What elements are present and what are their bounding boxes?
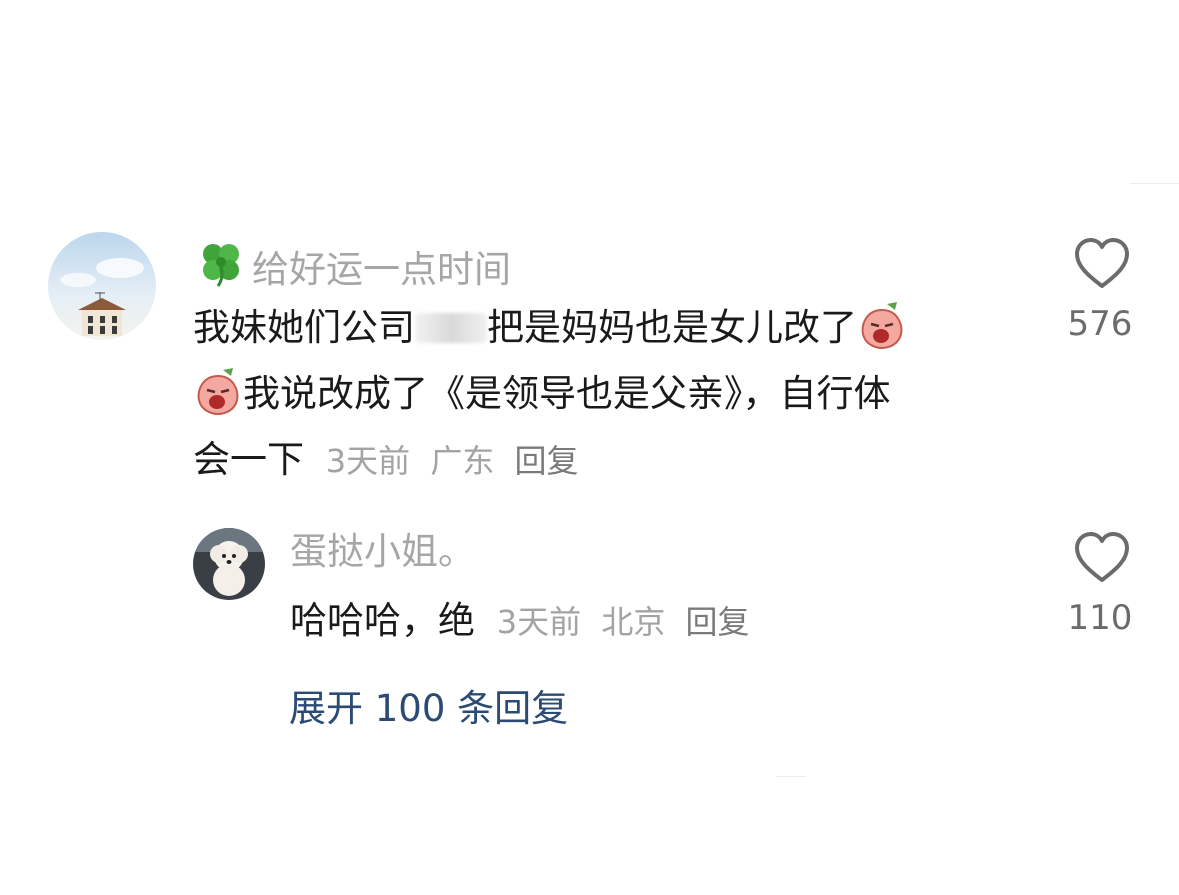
- comment-text-line3: 会一下: [193, 438, 304, 481]
- heart-icon: [1075, 532, 1129, 582]
- comment-location: 广东: [430, 442, 495, 480]
- reply-line-1: 哈哈哈，绝 3天前 北京 回复: [290, 588, 750, 655]
- commenter-name[interactable]: 给好运一点时间: [196, 238, 511, 298]
- reply-text: 哈哈哈，绝: [290, 599, 475, 642]
- comment-like-count: 576: [1067, 304, 1133, 344]
- comment-like-button[interactable]: [1072, 234, 1132, 294]
- comment-text-part1: 我妹她们公司: [193, 306, 415, 349]
- commenter-name-text: 给好运一点时间: [252, 248, 511, 291]
- replier-name[interactable]: 蛋挞小姐。: [290, 530, 475, 574]
- comment-line-1: 我妹她们公司 把是妈妈也是女儿改了: [193, 295, 907, 361]
- reply-like-count: 110: [1067, 598, 1133, 638]
- top-divider: [1130, 183, 1179, 184]
- crying-peach-emoji-icon: [193, 366, 243, 416]
- comment-line-2: 我说改成了《是领导也是父亲》，自行体: [193, 361, 907, 427]
- crying-peach-emoji-icon: [857, 300, 907, 350]
- bottom-divider: [776, 776, 806, 777]
- replier-avatar[interactable]: [193, 528, 265, 600]
- comment-text-line2: 我说改成了《是领导也是父亲》，自行体: [243, 372, 891, 415]
- heart-icon: [1075, 238, 1129, 288]
- comment-section: 给好运一点时间 我妹她们公司 把是妈妈也是女儿改了 我说改成了《是领导也是父亲》…: [0, 0, 1179, 895]
- comment-time: 3天前: [325, 442, 411, 480]
- comment-meta: 3天前 广东: [316, 442, 505, 480]
- reply-time: 3天前: [496, 603, 582, 641]
- comment-reply-button[interactable]: 回复: [515, 442, 579, 480]
- comment-body: 我妹她们公司 把是妈妈也是女儿改了 我说改成了《是领导也是父亲》，自行体 会一下…: [193, 295, 907, 494]
- commenter-avatar[interactable]: [48, 232, 156, 340]
- reply-reply-button[interactable]: 回复: [686, 603, 750, 641]
- redacted-text: [415, 313, 487, 343]
- reply-body: 哈哈哈，绝 3天前 北京 回复: [290, 588, 750, 655]
- comment-line-3: 会一下 3天前 广东 回复: [193, 427, 907, 494]
- expand-replies-link[interactable]: 展开 100 条回复: [289, 678, 568, 732]
- comment-text-part2: 把是妈妈也是女儿改了: [487, 306, 857, 349]
- reply-meta: 3天前 北京: [487, 603, 676, 641]
- reply-like-button[interactable]: [1072, 528, 1132, 588]
- four-leaf-clover-icon: [196, 238, 246, 298]
- reply-location: 北京: [601, 603, 666, 641]
